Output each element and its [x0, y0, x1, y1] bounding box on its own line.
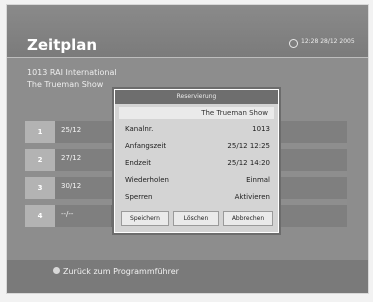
divider	[7, 57, 368, 58]
program-info: 1013 RAI International The Trueman Show	[27, 67, 117, 91]
field-label: Endzeit	[125, 159, 151, 167]
program-name: The Trueman Show	[27, 80, 104, 89]
row-number: 2	[25, 149, 55, 171]
lock-field[interactable]: Sperren Aktivieren	[119, 191, 274, 205]
clock-text: 12:28 28/12 2005	[301, 38, 355, 45]
reservation-dialog: Reservierung The Trueman Show Kanalnr. 1…	[114, 89, 279, 233]
clock-icon	[289, 39, 298, 48]
screen-frame: Zeitplan 12:28 28/12 2005 1013 RAI Inter…	[6, 4, 369, 294]
field-value: Aktivieren	[234, 193, 270, 201]
end-time-field[interactable]: Endzeit 25/12 14:20	[119, 157, 274, 171]
delete-button[interactable]: Löschen	[173, 211, 219, 226]
field-value: 1013	[252, 125, 270, 133]
footer	[7, 260, 368, 293]
field-value: 25/12 12:25	[227, 142, 270, 150]
dialog-title: Reservierung	[115, 90, 278, 104]
channel-field[interactable]: Kanalnr. 1013	[119, 123, 274, 137]
field-label: Kanalnr.	[125, 125, 154, 133]
field-value: Einmal	[246, 176, 270, 184]
start-time-field[interactable]: Anfangszeit 25/12 12:25	[119, 140, 274, 154]
row-number: 4	[25, 205, 55, 227]
row-date: --/--	[61, 210, 74, 218]
save-button[interactable]: Speichern	[121, 211, 169, 226]
cancel-button[interactable]: Abbrechen	[223, 211, 273, 226]
header: Zeitplan 12:28 28/12 2005	[7, 5, 368, 57]
dialog-program: The Trueman Show	[119, 107, 274, 119]
channel-name: 1013 RAI International	[27, 68, 117, 77]
back-button-icon	[53, 267, 60, 274]
back-to-guide-hint: Zurück zum Programmführer	[63, 267, 179, 276]
row-number: 3	[25, 177, 55, 199]
field-value: 25/12 14:20	[227, 159, 270, 167]
row-number: 1	[25, 121, 55, 143]
repeat-field[interactable]: Wiederholen Einmal	[119, 174, 274, 188]
field-label: Sperren	[125, 193, 153, 201]
field-label: Anfangszeit	[125, 142, 167, 150]
row-date: 27/12	[61, 154, 82, 162]
page-title: Zeitplan	[27, 36, 98, 54]
row-date: 30/12	[61, 182, 82, 190]
field-label: Wiederholen	[125, 176, 169, 184]
row-date: 25/12	[61, 126, 82, 134]
